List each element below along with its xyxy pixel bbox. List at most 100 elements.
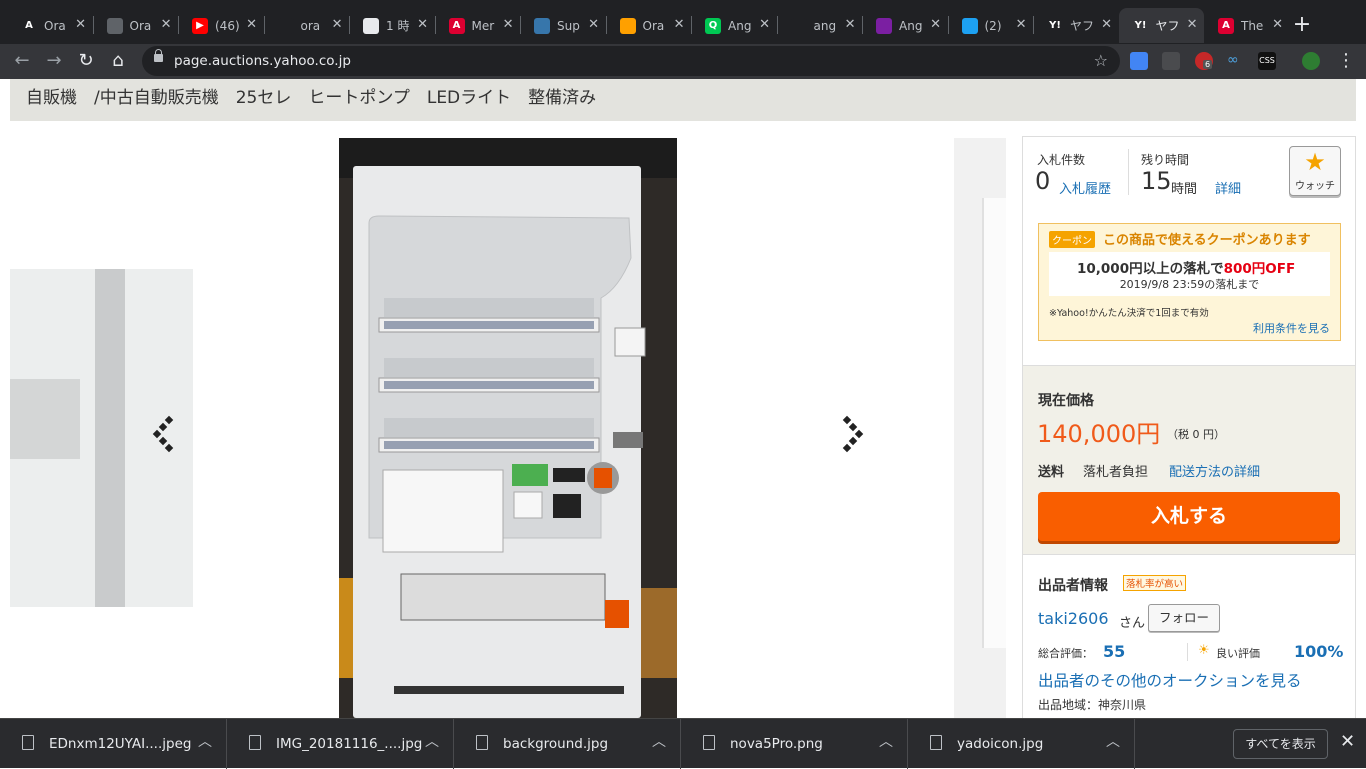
bid-history-link[interactable]: 入札履歴 xyxy=(1059,178,1111,197)
bid-side-panel: 入札件数 0 入札履歴 残り時間 15 時間 詳細 ★ ウォッチ クーポン この… xyxy=(1022,136,1356,718)
tab-close-icon[interactable]: ✕ xyxy=(246,17,257,32)
tab-1[interactable]: A Ora ✕ xyxy=(7,8,92,43)
infinity-extension-icon[interactable]: ∞ xyxy=(1227,52,1245,70)
tab-favicon-icon xyxy=(363,17,379,34)
tab-separator xyxy=(520,16,521,34)
tab-5[interactable]: 1 時 ✕ xyxy=(349,8,434,43)
tab-11[interactable]: Ang ✕ xyxy=(862,8,947,43)
tab-favicon-icon: Y! xyxy=(1132,17,1149,34)
address-bar[interactable]: page.auctions.yahoo.co.jp ☆ xyxy=(142,46,1120,76)
rating-label: 総合評価： xyxy=(1038,647,1093,660)
tab-close-icon[interactable]: ✕ xyxy=(845,17,856,32)
tab-title: Mer xyxy=(471,18,495,33)
download-item[interactable]: background.jpg ︿ xyxy=(454,719,681,769)
grid-extension-icon[interactable] xyxy=(1162,52,1180,70)
chevron-up-icon[interactable]: ︿ xyxy=(652,731,666,751)
download-item[interactable]: yadoicon.jpg ︿ xyxy=(908,719,1135,769)
close-download-bar-icon[interactable]: ✕ xyxy=(1340,731,1355,752)
tab-separator xyxy=(178,16,179,34)
tab-separator xyxy=(947,16,949,34)
bid-count-value: 0 xyxy=(1035,167,1051,195)
chevron-up-icon[interactable]: ︿ xyxy=(198,731,212,751)
shipping-detail-link[interactable]: 配送方法の詳細 xyxy=(1169,461,1260,480)
chevron-up-icon[interactable]: ︿ xyxy=(425,731,439,751)
reload-icon[interactable]: ↻ xyxy=(74,49,98,73)
tab-13[interactable]: Y! ヤフ ✕ xyxy=(1033,8,1118,43)
tab-title: ヤフ xyxy=(1070,19,1094,33)
chevron-up-icon[interactable]: ︿ xyxy=(879,731,893,751)
home-icon[interactable]: ⌂ xyxy=(106,49,130,73)
chevron-up-icon[interactable]: ︿ xyxy=(1106,731,1120,751)
tab-title: Ang xyxy=(899,18,923,33)
tab-12[interactable]: (2) ✕ xyxy=(948,8,1033,43)
tab-10[interactable]: ang ✕ xyxy=(777,8,862,43)
rating-value[interactable]: 55 xyxy=(1103,642,1125,661)
star-icon: ★ xyxy=(1304,148,1326,176)
bid-button[interactable]: 入札する xyxy=(1038,492,1340,541)
new-tab-button[interactable]: + xyxy=(1290,12,1314,37)
download-item[interactable]: EDnxm12UYAI....jpeg ︿ xyxy=(0,719,227,769)
seller-name-link[interactable]: taki2606 xyxy=(1038,609,1109,628)
main-item-image[interactable] xyxy=(339,138,677,718)
tab-2[interactable]: Ora ✕ xyxy=(93,8,178,43)
download-filename: EDnxm12UYAI....jpeg xyxy=(49,736,192,752)
adblock-extension-icon[interactable]: 6 xyxy=(1195,52,1213,70)
tab-close-icon[interactable]: ✕ xyxy=(1187,17,1198,32)
tab-15[interactable]: A The ✕ xyxy=(1204,8,1289,43)
seller-heading: 出品者情報 xyxy=(1038,578,1108,594)
bookmark-star-icon[interactable]: ☆ xyxy=(1094,51,1108,70)
tab-close-icon[interactable]: ✕ xyxy=(674,17,685,32)
tab-close-icon[interactable]: ✕ xyxy=(417,17,428,32)
back-icon[interactable]: ← xyxy=(10,49,34,73)
watch-button[interactable]: ★ ウォッチ xyxy=(1289,146,1341,196)
tab-4[interactable]: ora ✕ xyxy=(264,8,349,43)
translate-extension-icon[interactable] xyxy=(1130,52,1148,70)
css-extension-icon[interactable]: CSS xyxy=(1258,52,1276,70)
watch-label: ウォッチ xyxy=(1295,181,1335,192)
tab-title: (46) xyxy=(215,18,239,33)
tab-close-icon[interactable]: ✕ xyxy=(1272,17,1283,32)
time-detail-link[interactable]: 詳細 xyxy=(1215,178,1241,197)
coupon-terms-link[interactable]: 利用条件を見る xyxy=(1253,320,1330,336)
tab-close-icon[interactable]: ✕ xyxy=(1016,17,1027,32)
item-title: 自販機 /中古自動販売機 25セレ ヒートポンプ LEDライト 整備済み xyxy=(26,88,597,108)
tab-title: ヤフ xyxy=(1155,19,1180,33)
download-item[interactable]: IMG_20181116_....jpg ︿ xyxy=(227,719,454,769)
menu-kebab-icon[interactable]: ⋮ xyxy=(1334,49,1358,73)
tab-8[interactable]: Ora ✕ xyxy=(606,8,691,43)
tab-close-icon[interactable]: ✕ xyxy=(503,17,514,32)
profile-avatar[interactable] xyxy=(1302,52,1320,70)
tab-3[interactable]: ▶ (46) ✕ xyxy=(178,8,263,43)
coupon-note: ※Yahoo!かんたん決済で1回まで有効 xyxy=(1049,308,1209,319)
tab-14[interactable]: Y! ヤフ ✕ xyxy=(1118,8,1204,43)
tab-close-icon[interactable]: ✕ xyxy=(75,17,86,32)
tab-9[interactable]: Q Ang ✕ xyxy=(691,8,776,43)
download-item[interactable]: nova5Pro.png ︿ xyxy=(681,719,908,769)
gallery-next-arrow-icon[interactable] xyxy=(836,415,866,455)
next-thumbnail-image[interactable] xyxy=(954,138,1006,718)
tab-separator xyxy=(1033,16,1034,34)
forward-icon[interactable]: → xyxy=(42,49,66,73)
page-content: 自販機 /中古自動販売機 25セレ ヒートポンプ LEDライト 整備済み 入札件… xyxy=(0,79,1366,718)
tab-7[interactable]: Sup ✕ xyxy=(520,8,605,43)
tab-close-icon[interactable]: ✕ xyxy=(930,17,941,32)
tab-6[interactable]: A Mer ✕ xyxy=(435,8,520,43)
tab-close-icon[interactable]: ✕ xyxy=(588,17,599,32)
tab-close-icon[interactable]: ✕ xyxy=(759,17,770,32)
tab-close-icon[interactable]: ✕ xyxy=(332,17,343,32)
shipping-label: 送料 xyxy=(1038,465,1065,480)
extension-badge: 6 xyxy=(1203,60,1213,69)
tab-favicon-icon: A xyxy=(448,17,465,34)
url-text: page.auctions.yahoo.co.jp xyxy=(174,53,351,69)
gallery-prev-arrow-icon[interactable] xyxy=(150,415,180,455)
seller-honorific: さん xyxy=(1119,616,1146,631)
tab-close-icon[interactable]: ✕ xyxy=(1101,17,1112,32)
show-all-downloads-button[interactable]: すべてを表示 xyxy=(1233,729,1328,759)
coupon-box: クーポン この商品で使えるクーポンあります 10,000円以上の落札で800円O… xyxy=(1038,223,1341,341)
tab-title: (2) xyxy=(984,18,1002,33)
price-box: 現在価格 140,000円 （税 0 円） 送料 落札者負担 配送方法の詳細 入… xyxy=(1023,365,1355,555)
seller-other-auctions-link[interactable]: 出品者のその他のオークションを見る xyxy=(1038,669,1302,691)
follow-button[interactable]: フォロー xyxy=(1148,604,1220,632)
tab-title: ora xyxy=(300,18,321,33)
tab-close-icon[interactable]: ✕ xyxy=(161,17,172,32)
